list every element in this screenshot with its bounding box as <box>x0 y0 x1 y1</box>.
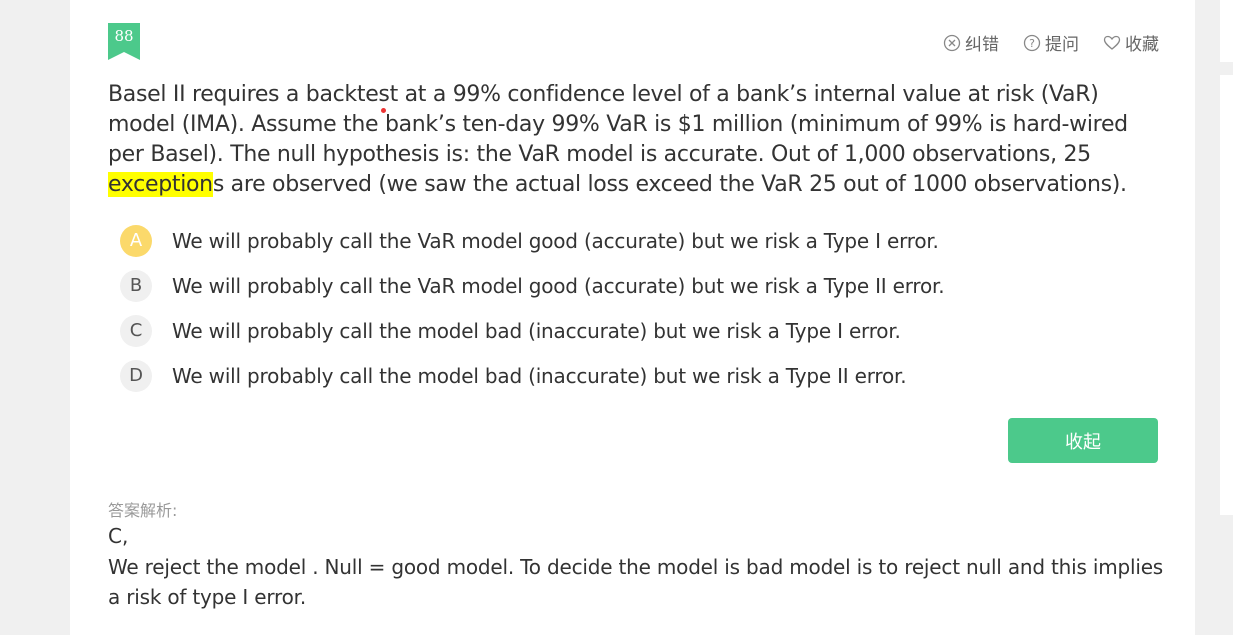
report-error-button[interactable]: 纠错 <box>943 30 999 55</box>
question-number: 88 <box>114 27 134 45</box>
option-d-text: We will probably call the model bad (ina… <box>172 363 907 388</box>
option-c-letter: C <box>120 314 152 347</box>
heart-icon <box>1103 35 1121 50</box>
question-text: Basel II requires a backtest at a 99% co… <box>108 80 1168 200</box>
ask-question-label: 提问 <box>1045 35 1079 55</box>
question-number-badge: 88 <box>108 23 140 60</box>
svg-text:?: ? <box>1029 37 1035 50</box>
close-circle-icon <box>943 34 961 51</box>
right-panel <box>1220 75 1233 515</box>
question-actions: 纠错 ? 提问 收藏 <box>943 30 1159 55</box>
question-text-part1: Basel II requires a backtest at a 99% co… <box>108 82 1128 167</box>
option-b[interactable]: B We will probably call the VaR model go… <box>120 263 1120 308</box>
right-panel-top <box>1220 0 1233 62</box>
option-d-letter: D <box>120 359 152 392</box>
report-error-label: 纠错 <box>965 35 999 55</box>
question-text-part2: s are observed (we saw the actual loss e… <box>212 172 1127 197</box>
option-d[interactable]: D We will probably call the model bad (i… <box>120 353 1120 398</box>
option-c-text: We will probably call the model bad (ina… <box>172 318 901 343</box>
ask-question-button[interactable]: ? 提问 <box>1023 30 1079 55</box>
analysis-explanation: We reject the model . Null = good model.… <box>108 555 1164 609</box>
collapse-button[interactable]: 收起 <box>1008 418 1158 463</box>
option-a-text: We will probably call the VaR model good… <box>172 228 939 253</box>
option-a[interactable]: A We will probably call the VaR model go… <box>120 218 1120 263</box>
analysis-label: 答案解析: <box>108 501 178 520</box>
favorite-label: 收藏 <box>1125 35 1159 55</box>
option-b-letter: B <box>120 269 152 302</box>
favorite-button[interactable]: 收藏 <box>1103 30 1159 55</box>
option-a-letter: A <box>120 224 152 257</box>
question-circle-icon: ? <box>1023 34 1041 51</box>
question-card: 88 纠错 ? 提问 收藏 Basel II requires a backte… <box>70 0 1195 635</box>
option-c[interactable]: C We will probably call the model bad (i… <box>120 308 1120 353</box>
analysis-answer: C, <box>108 524 129 548</box>
red-dot-marker <box>381 108 386 113</box>
option-b-text: We will probably call the VaR model good… <box>172 273 945 298</box>
highlighted-word: exception <box>108 172 213 197</box>
answer-options: A We will probably call the VaR model go… <box>120 218 1120 398</box>
